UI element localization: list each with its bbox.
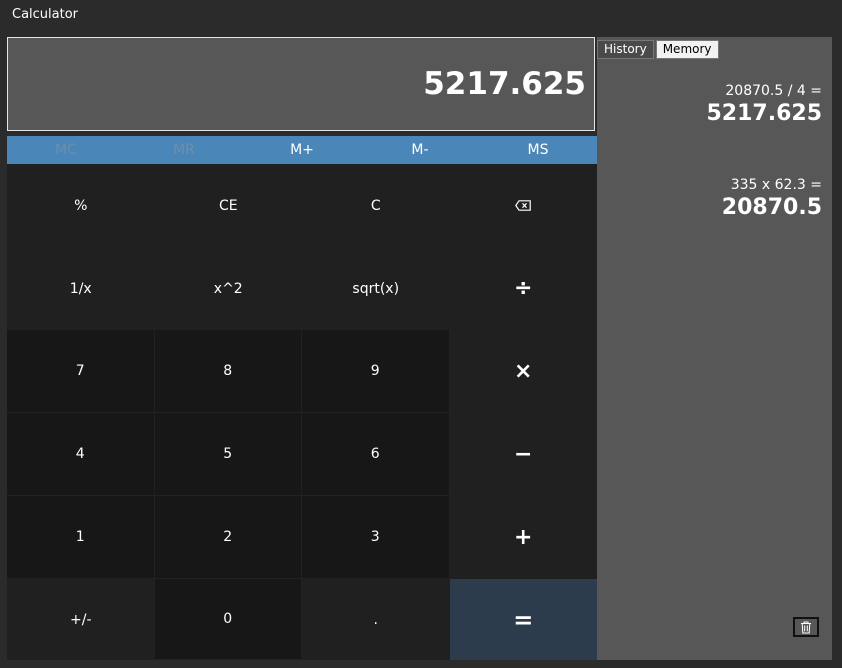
digit-8-button[interactable]: 8 — [154, 330, 302, 413]
display-value: 5217.625 — [423, 66, 586, 102]
digit-6-button[interactable]: 6 — [302, 413, 450, 496]
digit-5-button[interactable]: 5 — [154, 413, 302, 496]
history-expression: 335 x 62.3 = — [730, 177, 822, 193]
square-root-button[interactable]: sqrt(x) — [302, 247, 450, 330]
digit-4-button[interactable]: 4 — [7, 413, 155, 496]
digit-0-button[interactable]: 0 — [154, 579, 302, 660]
title-bar: Calculator — [0, 0, 842, 30]
backspace-icon — [515, 200, 532, 211]
digit-3-button[interactable]: 3 — [302, 496, 450, 579]
digit-7-button[interactable]: 7 — [7, 330, 155, 413]
history-result: 5217.625 — [706, 101, 822, 126]
digit-1-button[interactable]: 1 — [7, 496, 155, 579]
history-expression: 20870.5 / 4 = — [725, 83, 822, 99]
result-display: 5217.625 — [7, 37, 595, 131]
tab-memory[interactable]: Memory — [655, 40, 719, 59]
divide-button[interactable]: ÷ — [449, 247, 597, 330]
memory-recall-button[interactable]: MR — [125, 136, 243, 164]
memory-clear-button[interactable]: MC — [7, 136, 125, 164]
multiply-button[interactable]: × — [449, 330, 597, 413]
tab-history[interactable]: History — [597, 40, 654, 59]
history-entry[interactable]: 20870.5 / 4 = 5217.625 — [706, 83, 822, 126]
decimal-button[interactable]: . — [302, 579, 450, 660]
clear-history-button[interactable] — [793, 617, 819, 637]
subtract-button[interactable]: − — [449, 413, 597, 496]
panel-tabs: History Memory — [597, 40, 719, 59]
memory-bar: MC MR M+ M- MS — [7, 136, 597, 164]
trash-icon — [801, 621, 811, 633]
negate-button[interactable]: +/- — [7, 579, 155, 660]
keypad: % CE C 1/x x^2 sqrt(x) ÷ 7 8 9 × 4 5 6 −… — [7, 164, 597, 660]
memory-add-button[interactable]: M+ — [243, 136, 361, 164]
memory-subtract-button[interactable]: M- — [361, 136, 479, 164]
add-button[interactable]: + — [449, 496, 597, 579]
digit-9-button[interactable]: 9 — [302, 330, 450, 413]
digit-2-button[interactable]: 2 — [154, 496, 302, 579]
reciprocal-button[interactable]: 1/x — [7, 247, 155, 330]
window-title: Calculator — [12, 7, 79, 22]
memory-store-button[interactable]: MS — [479, 136, 597, 164]
equals-button[interactable]: = — [449, 579, 597, 660]
history-result: 20870.5 — [721, 195, 822, 220]
history-panel: History Memory 20870.5 / 4 = 5217.625 33… — [597, 37, 832, 660]
square-button[interactable]: x^2 — [154, 247, 302, 330]
history-entry[interactable]: 335 x 62.3 = 20870.5 — [722, 177, 822, 220]
clear-entry-button[interactable]: CE — [154, 164, 302, 247]
clear-button[interactable]: C — [302, 164, 450, 247]
backspace-button[interactable] — [449, 164, 597, 247]
percent-button[interactable]: % — [7, 164, 155, 247]
